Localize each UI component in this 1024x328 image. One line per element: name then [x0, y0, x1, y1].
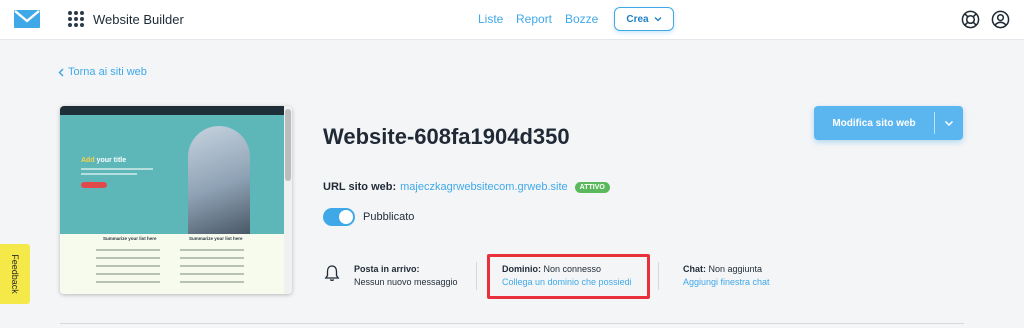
- preview-list-row: [180, 273, 244, 275]
- preview-list-row: [96, 249, 160, 251]
- website-url-link[interactable]: majeczkagrwebsitecom.grweb.site: [400, 181, 568, 193]
- bell-icon: [324, 265, 340, 282]
- preview-scrollbar-thumb[interactable]: [285, 109, 291, 181]
- add-chat-link[interactable]: Aggiungi finestra chat: [683, 276, 770, 289]
- preview-list-row: [180, 281, 244, 283]
- website-preview-thumbnail[interactable]: Add your title Summarize your list here …: [60, 106, 292, 294]
- preview-list-row: [96, 281, 160, 283]
- preview-navbar: [60, 106, 284, 115]
- preview-list-row: [180, 257, 244, 259]
- website-title: Website-608fa1904d350: [323, 124, 570, 149]
- divider: [658, 262, 659, 290]
- preview-subtitle-left: Summarize your list here: [103, 236, 157, 241]
- inbox-status: Nessun nuovo messaggio: [354, 277, 458, 287]
- preview-list-row: [180, 265, 244, 267]
- inbox-label: Posta in arrivo:: [354, 264, 420, 274]
- preview-list-row: [96, 265, 160, 267]
- apps-grid-icon[interactable]: [68, 11, 84, 27]
- preview-list-row: [96, 257, 160, 259]
- preview-list-row: [96, 273, 160, 275]
- create-button-label: Crea: [626, 13, 649, 25]
- help-lifebuoy-icon[interactable]: [961, 10, 980, 29]
- chevron-down-icon: [944, 120, 954, 126]
- feedback-label: Feedback: [10, 254, 20, 294]
- preview-hero-button: [81, 182, 107, 188]
- edit-website-button[interactable]: Modifica sito web: [814, 106, 934, 140]
- published-row: Pubblicato: [323, 208, 414, 226]
- preview-text-line: [81, 168, 153, 170]
- inbox-info: Posta in arrivo: Nessun nuovo messaggio: [354, 263, 458, 289]
- chevron-down-icon: [654, 17, 662, 22]
- edit-website-button-group: Modifica sito web: [814, 106, 963, 140]
- divider: [476, 262, 477, 290]
- preview-hero-title: Add your title: [81, 157, 127, 164]
- status-badge: ATTIVO: [574, 181, 610, 193]
- chat-status: Non aggiunta: [708, 264, 763, 274]
- preview-lower-section: [60, 234, 284, 294]
- nav-link-liste[interactable]: Liste: [478, 12, 503, 26]
- preview-text-line: [81, 173, 137, 175]
- envelope-logo-icon[interactable]: [14, 10, 40, 28]
- preview-list-row: [180, 249, 244, 251]
- feedback-tab[interactable]: Feedback: [0, 244, 30, 304]
- preview-subtitle-right: Summarize your list here: [189, 236, 243, 241]
- back-link-label: Torna ai siti web: [68, 66, 147, 78]
- url-label: URL sito web:: [323, 181, 397, 193]
- app-title: Website Builder: [93, 12, 184, 27]
- nav-link-report[interactable]: Report: [516, 12, 552, 26]
- preview-hero-image: [188, 126, 250, 234]
- user-account-icon[interactable]: [991, 10, 1010, 29]
- chat-label: Chat:: [683, 264, 706, 274]
- published-label: Pubblicato: [363, 211, 415, 223]
- published-toggle[interactable]: [323, 208, 355, 226]
- back-to-websites-link[interactable]: Torna ai siti web: [58, 66, 147, 78]
- chat-info: Chat: Non aggiunta Aggiungi finestra cha…: [683, 263, 770, 289]
- preview-scrollbar[interactable]: [284, 106, 292, 294]
- domain-highlight-box: [487, 254, 650, 299]
- nav-link-bozze[interactable]: Bozze: [565, 12, 598, 26]
- section-divider: [60, 323, 964, 324]
- create-button[interactable]: Crea: [614, 7, 674, 31]
- chevron-left-icon: [58, 67, 64, 77]
- top-navbar: Website Builder Liste Report Bozze Crea: [0, 0, 1024, 40]
- website-url-row: URL sito web: majeczkagrwebsitecom.grweb…: [323, 181, 610, 193]
- edit-options-dropdown[interactable]: [935, 106, 963, 140]
